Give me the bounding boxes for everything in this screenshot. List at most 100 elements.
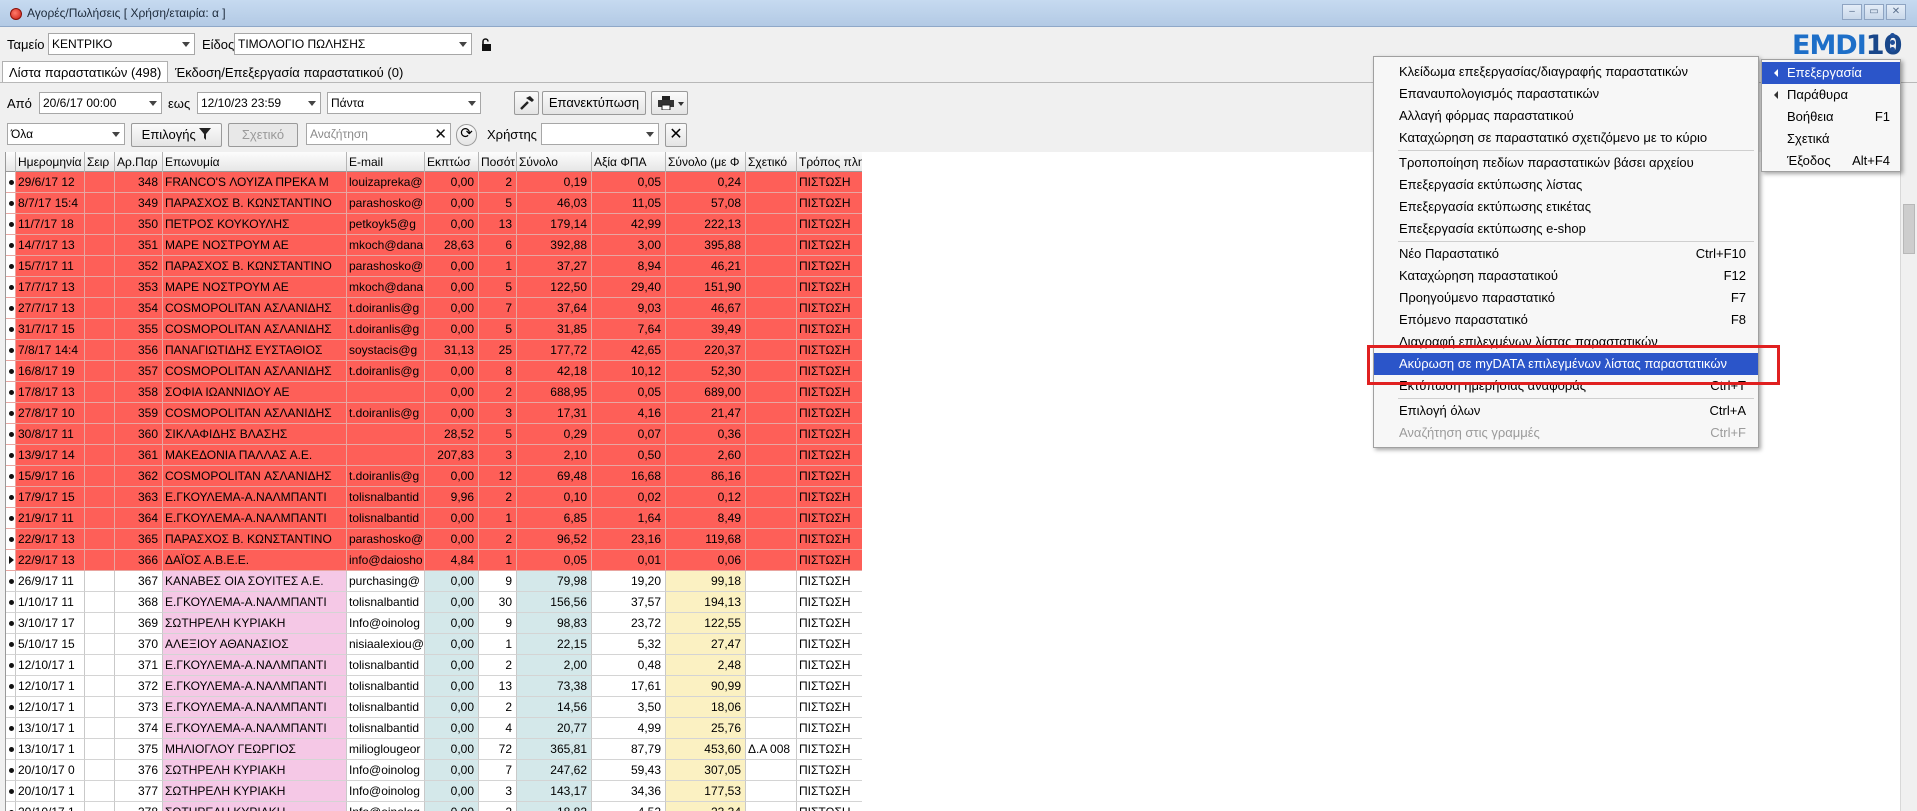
tab-document-list[interactable]: Λίστα παραστατικών (498) [2,61,169,83]
main-menu-item[interactable]: Παράθυρα [1762,84,1900,106]
table-row[interactable]: 1/10/17 11 368 Ε.ΓΚΟΥΛΕΜΑ-Α.ΝΑΛΜΠΑΝΤΙ tolis… [6,592,862,613]
context-menu-item[interactable]: Επόμενο παραστατικό F8 [1374,309,1758,331]
cell-ser [85,382,115,403]
table-row[interactable]: 31/7/17 15 355 COSMOPOLITAN ΑΣΛΑΝΙΔΗΣ t.doi… [6,319,862,340]
close-button[interactable]: ✕ [1886,4,1906,20]
context-menu-item[interactable]: Αναζήτηση στις γραμμές Ctrl+F [1374,422,1758,444]
cell-rel [746,697,797,718]
table-row[interactable]: 17/7/17 13 353 ΜΑΡΕ ΝΟΣΤΡΟΥΜ ΑΕ mkoch@dana 0… [6,277,862,298]
tameio-select[interactable]: ΚΕΝΤΡΙΚΟ [48,33,195,55]
kebab-menu-icon[interactable] [1890,33,1898,55]
column-header-disc[interactable]: Εκπτώσ [425,152,479,172]
context-menu-item[interactable]: Κλείδωμα επεξεργασίας/διαγραφής παραστατ… [1374,61,1758,83]
scrollbar-thumb[interactable] [1903,204,1915,254]
context-menu-item[interactable]: Νέο Παραστατικό Ctrl+F10 [1374,243,1758,265]
main-menu-item[interactable]: Έξοδος Alt+F4 [1762,150,1900,172]
cell-name: ΠΑΝΑΓΙΩΤΙΔΗΣ ΕΥΣΤΑΘΙΟΣ [163,340,347,361]
column-header-email[interactable]: E-mail [347,152,425,172]
row-indicator [6,445,16,466]
table-row[interactable]: 12/10/17 1 373 Ε.ΓΚΟΥΛΕΜΑ-Α.ΝΑΛΜΠΑΝΤΙ tolis… [6,697,862,718]
column-header-total[interactable]: Σύνολο [517,152,592,172]
table-row[interactable]: 17/9/17 15 363 Ε.ΓΚΟΥΛΕΜΑ-Α.ΝΑΛΜΠΑΝΤΙ tolis… [6,487,862,508]
table-row[interactable]: 15/7/17 11 352 ΠΑΡΑΣΧΟΣ Β. ΚΩΝΣΤΑΝΤΙΝΟ para… [6,256,862,277]
table-row[interactable]: 21/9/17 11 364 Ε.ΓΚΟΥΛΕΜΑ-Α.ΝΑΛΜΠΑΝΤΙ tolis… [6,508,862,529]
table-row[interactable]: 29/6/17 12 348 FRANCO'S ΛΟΥΙΖΑ ΠΡΕΚΑ Μloui… [6,172,862,193]
table-row[interactable]: 13/9/17 14 361 ΜΑΚΕΔΟΝΙΑ ΠΑΛΛΑΣ Α.Ε. 207,83… [6,445,862,466]
main-menu-item[interactable]: Σχετικά [1762,128,1900,150]
refresh-icon[interactable]: ⟳ [456,124,477,146]
status-filter-select[interactable]: Όλα [7,123,125,145]
context-menu-item[interactable]: Επεξεργασία εκτύπωσης ετικέτας [1374,196,1758,218]
context-menu-item[interactable]: Επεξεργασία εκτύπωσης e-shop [1374,218,1758,240]
period-select[interactable]: Πάντα [327,92,481,114]
table-row[interactable]: 26/9/17 11 367 ΚΑΝΑΒΕΣ ΟΙΑ ΣΟΥΙΤΕΣ Α.Ε. pur… [6,571,862,592]
context-menu-item[interactable]: Επιλογή όλων Ctrl+A [1374,400,1758,422]
user-select[interactable] [541,123,659,145]
row-indicator [6,172,16,193]
maximize-button[interactable]: ▭ [1864,4,1884,20]
table-row[interactable]: 17/8/17 13 358 ΣΟΦΙΑ ΙΩΑΝΝΙΔΟΥ ΑΕ 0,00 2 688,… [6,382,862,403]
table-row[interactable]: 22/9/17 13 366 ΔΑΪΟΣ Α.Β.Ε.Ε. info@daiosho 4… [6,550,862,571]
table-row[interactable]: 5/10/17 15 370 ΑΛΕΞΙΟΥ ΑΘΑΝΑΣΙΟΣ nisiaalexi… [6,634,862,655]
column-header-pay[interactable]: Τρόπος πλη [797,152,862,172]
vertical-scrollbar[interactable] [1900,152,1917,811]
table-row[interactable]: 15/9/17 16 362 COSMOPOLITAN ΑΣΛΑΝΙΔΗΣ t.doi… [6,466,862,487]
cell-disc: 31,13 [425,340,479,361]
context-menu-item[interactable]: Τροποποίηση πεδίων παραστατικών βάσει αρ… [1374,152,1758,174]
column-header-no[interactable]: Αρ.Παρ [115,152,163,172]
tab-edit-document[interactable]: Έκδοση/Επεξεργασία παραστατικού (0) [168,61,410,83]
table-row[interactable]: 20/10/17 0 376 ΣΩΤΗΡΕΛΗ ΚΥΡΙΑΚΗ Info@oinolo… [6,760,862,781]
main-menu-item[interactable]: Βοήθεια F1 [1762,106,1900,128]
eidos-select[interactable]: ΤΙΜΟΛΟΓΙΟ ΠΩΛΗΣΗΣ [234,33,472,55]
column-header-name[interactable]: Επωνυμία [163,152,347,172]
context-menu-item[interactable]: Προηγούμενο παραστατικό F7 [1374,287,1758,309]
date-from-input[interactable]: 20/6/17 00:00 [39,92,162,114]
table-row[interactable]: 12/10/17 1 371 Ε.ΓΚΟΥΛΕΜΑ-Α.ΝΑΛΜΠΑΝΤΙ tolis… [6,655,862,676]
table-row[interactable]: 11/7/17 18 350 ΠΕΤΡΟΣ ΚΟΥΚΟΥΛΗΣ petkoyk5@g 0… [6,214,862,235]
close-filter-icon[interactable]: ✕ [665,123,687,147]
table-row[interactable]: 7/8/17 14:4 356 ΠΑΝΑΓΙΩΤΙΔΗΣ ΕΥΣΤΑΘΙΟΣ soys… [6,340,862,361]
column-header-qty[interactable]: Ποσότ [479,152,517,172]
minimize-button[interactable]: – [1842,4,1862,20]
table-row[interactable]: 8/7/17 15:4 349 ΠΑΡΑΣΧΟΣ Β. ΚΩΝΣΤΑΝΤΙΝΟ par… [6,193,862,214]
tools-button[interactable] [514,91,539,115]
unlock-icon[interactable] [480,38,493,51]
column-header-ser[interactable]: Σειρ [85,152,115,172]
clear-icon[interactable]: ✕ [434,125,447,143]
printer-icon [657,96,674,111]
main-menu-item[interactable]: Επεξεργασία [1762,62,1900,84]
table-row[interactable]: 20/10/17 1 377 ΣΩΤΗΡΕΛΗ ΚΥΡΙΑΚΗ Info@oinolo… [6,781,862,802]
options-button[interactable]: Επιλογής [131,123,222,147]
table-row[interactable]: 16/8/17 19 357 COSMOPOLITAN ΑΣΛΑΝΙΔΗΣ t.doi… [6,361,862,382]
table-row[interactable]: 22/9/17 13 365 ΠΑΡΑΣΧΟΣ Β. ΚΩΝΣΤΑΝΤΙΝΟ para… [6,529,862,550]
table-row[interactable]: 14/7/17 13 351 ΜΑΡΕ ΝΟΣΤΡΟΥΜ ΑΕ mkoch@dana 2… [6,235,862,256]
table-row[interactable]: 30/8/17 11 360 ΣΙΚΛΑΦΙΔΗΣ ΒΛΑΣΗΣ 28,52 5 0,29… [6,424,862,445]
cell-gross: 8,49 [666,508,746,529]
cell-no: 364 [115,508,163,529]
column-header-date[interactable]: Ημερομηνία [16,152,85,172]
date-to-input[interactable]: 12/10/23 23:59 [197,92,321,114]
table-row[interactable]: 13/10/17 1 375 ΜΗΛΙΟΓΛΟΥ ΓΕΩΡΓΙΟΣ milioglou… [6,739,862,760]
cell-ser [85,571,115,592]
reprint-button[interactable]: Επανεκτύπωση [542,91,646,115]
context-menu: Κλείδωμα επεξεργασίας/διαγραφής παραστατ… [1373,56,1759,448]
table-row[interactable]: 12/10/17 1 372 Ε.ΓΚΟΥΛΕΜΑ-Α.ΝΑΛΜΠΑΝΤΙ tolis… [6,676,862,697]
related-button[interactable]: Σχετικό [228,123,298,147]
table-row[interactable]: 27/7/17 13 354 COSMOPOLITAN ΑΣΛΑΝΙΔΗΣ t.doi… [6,298,862,319]
column-header-gross[interactable]: Σύνολο (με Φ [666,152,746,172]
table-row[interactable]: 20/10/17 1 378ΣΩΤΗΡΕΛΗ ΚΥΡΙΑΚΗInfo@oinolo… [6,802,862,811]
column-header-vat[interactable]: Αξία ΦΠΑ [592,152,666,172]
context-menu-item[interactable]: Επεξεργασία εκτύπωσης λίστας [1374,174,1758,196]
cell-vat: 23,16 [592,529,666,550]
context-menu-item[interactable]: Καταχώρηση σε παραστατικό σχετιζόμενο με… [1374,127,1758,149]
context-menu-item[interactable]: Καταχώρηση παραστατικού F12 [1374,265,1758,287]
cell-total: 247,62 [517,760,592,781]
search-input[interactable]: Αναζήτηση ✕ [306,123,451,145]
context-menu-item[interactable]: Επαναυπολογισμός παραστατικών [1374,83,1758,105]
print-button[interactable] [651,91,688,115]
column-header-rel[interactable]: Σχετικό [746,152,797,172]
table-row[interactable]: 27/8/17 10 359 COSMOPOLITAN ΑΣΛΑΝΙΔΗΣ t.doi… [6,403,862,424]
table-row[interactable]: 3/10/17 17 369 ΣΩΤΗΡΕΛΗ ΚΥΡΙΑΚΗ Info@oinolo… [6,613,862,634]
table-row[interactable]: 13/10/17 1 374 Ε.ΓΚΟΥΛΕΜΑ-Α.ΝΑΛΜΠΑΝΤΙ tolis… [6,718,862,739]
context-menu-item[interactable]: Αλλαγή φόρμας παραστατικού [1374,105,1758,127]
